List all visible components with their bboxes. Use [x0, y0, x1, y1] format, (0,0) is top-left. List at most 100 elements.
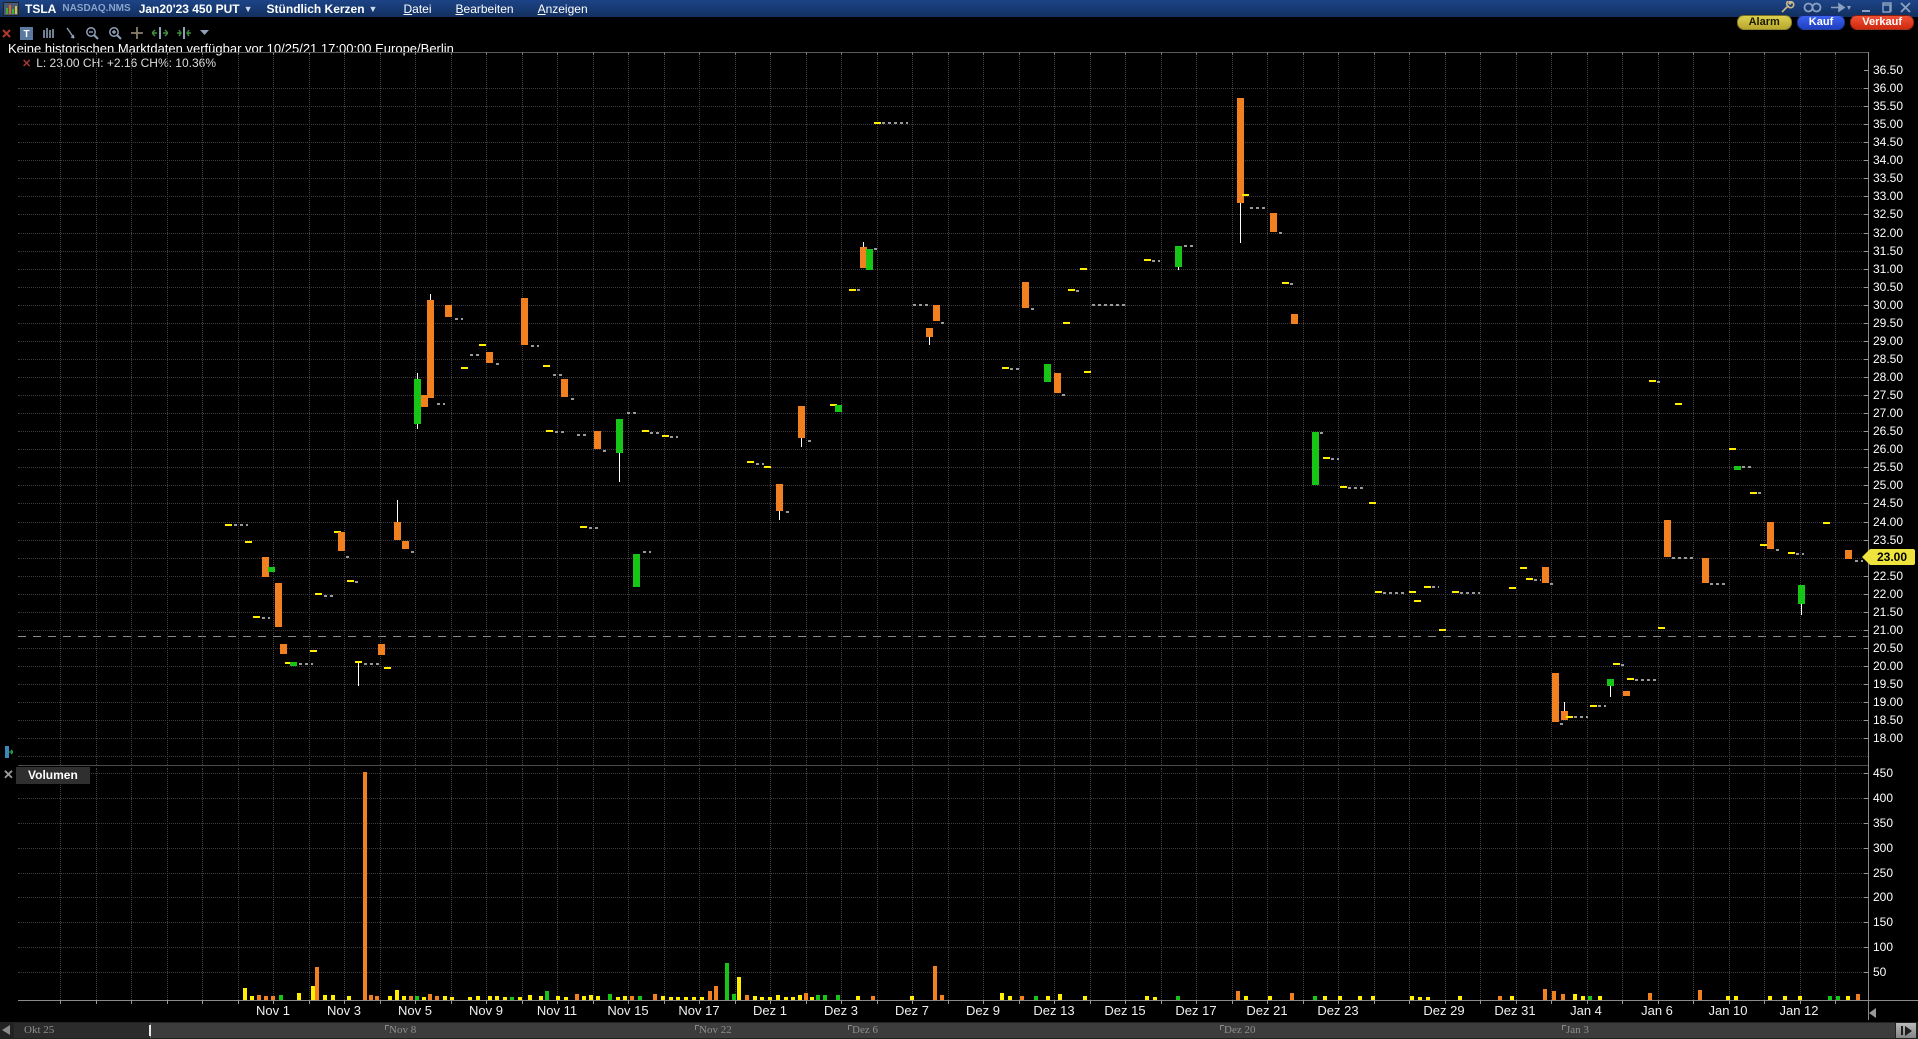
scroll-right-button[interactable]	[1896, 1023, 1916, 1038]
volume-bar	[1426, 996, 1430, 1000]
pane-resize-icon[interactable]	[1, 745, 14, 764]
volume-bar	[1836, 995, 1840, 1000]
volume-pane-close-icon[interactable]: ✕	[3, 768, 14, 781]
gridline	[18, 340, 1868, 342]
scrollbar-handle[interactable]	[149, 1025, 151, 1036]
scrollbar-date-label: Nov 22	[695, 1024, 732, 1036]
price-axis-label: 34.00	[1873, 153, 1904, 168]
price-axis-label: 32.50	[1873, 207, 1904, 222]
axis-tick	[1089, 1000, 1091, 1004]
candle-wick	[929, 337, 930, 346]
axis-tick	[237, 1000, 239, 1004]
last-price-dashes	[650, 431, 662, 434]
volume-bar	[1543, 988, 1547, 1000]
axis-tick	[1864, 847, 1868, 849]
axis-corner-arrow-icon[interactable]	[1869, 1008, 1876, 1018]
candle	[1022, 282, 1029, 308]
volume-bar	[443, 996, 447, 1000]
gridline	[60, 768, 61, 1000]
gridline	[18, 539, 1868, 541]
volume-axis-label: 50	[1873, 965, 1887, 979]
gridline	[912, 768, 913, 1000]
doji-tick	[1084, 370, 1091, 373]
price-axis-label: 30.50	[1873, 279, 1904, 294]
price-pane-top-border	[18, 52, 1868, 53]
price-axis-label: 18.00	[1873, 731, 1904, 746]
last-price-dashes	[874, 247, 878, 250]
last-price-dashes	[553, 374, 563, 377]
gridline	[18, 611, 1868, 613]
volume-bar	[1000, 992, 1004, 1000]
doji-tick	[1242, 193, 1249, 196]
volume-bar	[331, 994, 335, 1000]
last-price-dashes	[299, 662, 313, 665]
volume-bar	[1410, 996, 1414, 1000]
time-scrollbar[interactable]: Okt 25 Nov 8 Nov 22 Dez 6 Dez 20 Jan 3	[0, 1022, 1918, 1039]
scroll-left-button[interactable]	[2, 1025, 10, 1035]
candle	[1270, 212, 1277, 232]
volume-bar	[732, 993, 736, 1000]
gridline	[628, 768, 629, 1000]
x-axis-label: Jan 10	[1708, 1003, 1748, 1018]
volume-bar	[760, 996, 764, 1000]
doji-tick	[1424, 585, 1431, 588]
candle	[1702, 557, 1709, 583]
axis-tick	[1864, 922, 1868, 924]
x-axis-label: Nov 5	[398, 1003, 432, 1018]
axis-tick	[663, 52, 665, 55]
last-price-dashes	[555, 430, 565, 433]
volume-bar	[1510, 996, 1514, 1000]
x-axis-label: Dez 21	[1246, 1003, 1288, 1018]
gridline	[18, 720, 1868, 722]
gridline	[18, 467, 1868, 469]
volume-bar	[1846, 996, 1850, 1000]
candle	[1044, 364, 1051, 383]
candle	[1623, 690, 1630, 696]
axis-tick	[308, 52, 310, 55]
gridline	[18, 575, 1868, 577]
doji-tick	[253, 616, 260, 619]
volume-bar	[1726, 996, 1730, 1000]
axis-tick	[805, 1000, 807, 1004]
volume-bar	[264, 996, 268, 1000]
candle	[933, 304, 940, 322]
volume-bar	[395, 989, 399, 1000]
axis-tick	[1764, 52, 1765, 55]
gridline	[18, 593, 1868, 595]
gridline	[663, 768, 665, 1000]
volume-bar	[1290, 992, 1294, 1000]
gridline	[18, 449, 1868, 451]
volume-bar	[468, 996, 472, 1000]
doji-tick	[1002, 366, 1009, 369]
volume-bar	[1573, 993, 1577, 1000]
x-axis-label: Nov 1	[256, 1003, 290, 1018]
gridline	[486, 768, 487, 1000]
last-price-dashes	[643, 551, 651, 554]
gridline	[1586, 768, 1588, 1000]
gridline	[202, 768, 203, 1000]
doji-tick	[1649, 380, 1656, 383]
price-axis-label: 31.00	[1873, 261, 1904, 276]
chart-surface[interactable]: 36.50 36.00 35.50 35.00 34.50 34.00 33.50 33.00…	[0, 0, 1918, 1039]
axis-tick	[1864, 70, 1868, 71]
price-axis-label: 36.00	[1873, 81, 1904, 96]
x-axis-label: Jan 12	[1779, 1003, 1819, 1018]
price-axis-label: 22.00	[1873, 586, 1904, 601]
axis-tick	[734, 52, 736, 55]
last-price-dashes	[857, 289, 862, 292]
last-price-dashes	[455, 317, 463, 320]
gridline	[18, 665, 1868, 667]
last-price-dashes	[364, 662, 380, 665]
axis-tick	[379, 52, 381, 55]
last-price-dashes	[262, 616, 270, 619]
last-price-dashes	[756, 462, 764, 465]
axis-tick	[1864, 340, 1868, 342]
last-price-dashes	[808, 440, 814, 443]
axis-tick	[1231, 52, 1233, 55]
volume-bar	[1244, 995, 1248, 1000]
volume-bar	[608, 993, 612, 1000]
axis-tick	[1728, 52, 1730, 55]
axis-tick	[1551, 1000, 1552, 1004]
gridline	[1764, 768, 1765, 1000]
doji-tick	[1590, 704, 1597, 707]
